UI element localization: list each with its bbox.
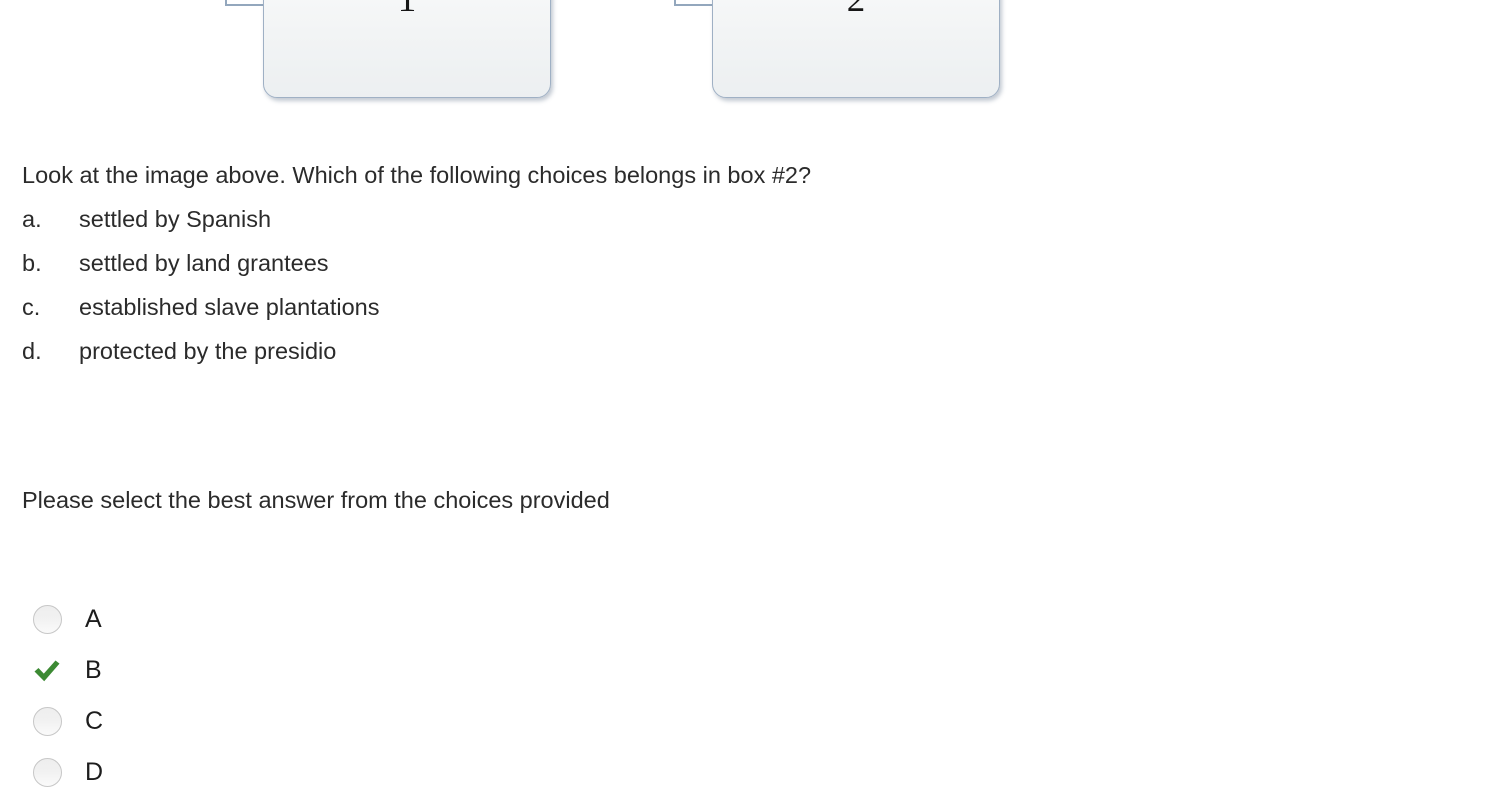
question-option-b: b. settled by land grantees (22, 248, 1222, 279)
flowchart-image: 1 2 (0, 0, 1505, 110)
radio-unselected-icon (32, 758, 62, 787)
option-d-text: protected by the presidio (79, 338, 337, 364)
answer-choice-d[interactable]: D (30, 747, 330, 798)
checkmark-icon (34, 660, 60, 681)
option-d-marker: d. (22, 338, 42, 364)
instruction-text: Please select the best answer from the c… (22, 487, 610, 513)
option-c-text: established slave plantations (79, 294, 380, 320)
option-a-marker: a. (22, 206, 42, 232)
flowchart-box-1: 1 (263, 0, 551, 98)
answer-choice-d-label: D (85, 758, 104, 786)
radio-unselected-icon (32, 605, 62, 634)
option-b-text: settled by land grantees (79, 250, 329, 276)
radio-button-c[interactable] (30, 705, 64, 739)
option-a-text: settled by Spanish (79, 206, 272, 232)
answer-choice-list: A B C D (30, 594, 330, 798)
radio-button-b[interactable] (30, 654, 64, 688)
box-1-connector-tab (225, 0, 267, 6)
flowchart-box-2: 2 (712, 0, 1000, 98)
answer-choice-a-label: A (85, 605, 102, 633)
answer-choice-b-label: B (85, 656, 102, 684)
question-block: Look at the image above. Which of the fo… (22, 160, 1222, 367)
radio-button-a[interactable] (30, 603, 64, 637)
question-option-d: d. protected by the presidio (22, 336, 1222, 367)
question-option-a: a. settled by Spanish (22, 204, 1222, 235)
answer-choice-c[interactable]: C (30, 696, 330, 747)
option-c-marker: c. (22, 294, 41, 320)
radio-unselected-icon (32, 707, 62, 736)
question-option-c: c. established slave plantations (22, 292, 1222, 323)
box-2-connector-tab (674, 0, 716, 6)
box-1-number: 1 (264, 0, 550, 18)
answer-choice-c-label: C (85, 707, 104, 735)
radio-button-d[interactable] (30, 756, 64, 790)
answer-choice-a[interactable]: A (30, 594, 330, 645)
option-b-marker: b. (22, 250, 42, 276)
question-stem: Look at the image above. Which of the fo… (22, 162, 812, 188)
answer-choice-b[interactable]: B (30, 645, 330, 696)
box-2-number: 2 (713, 0, 999, 18)
